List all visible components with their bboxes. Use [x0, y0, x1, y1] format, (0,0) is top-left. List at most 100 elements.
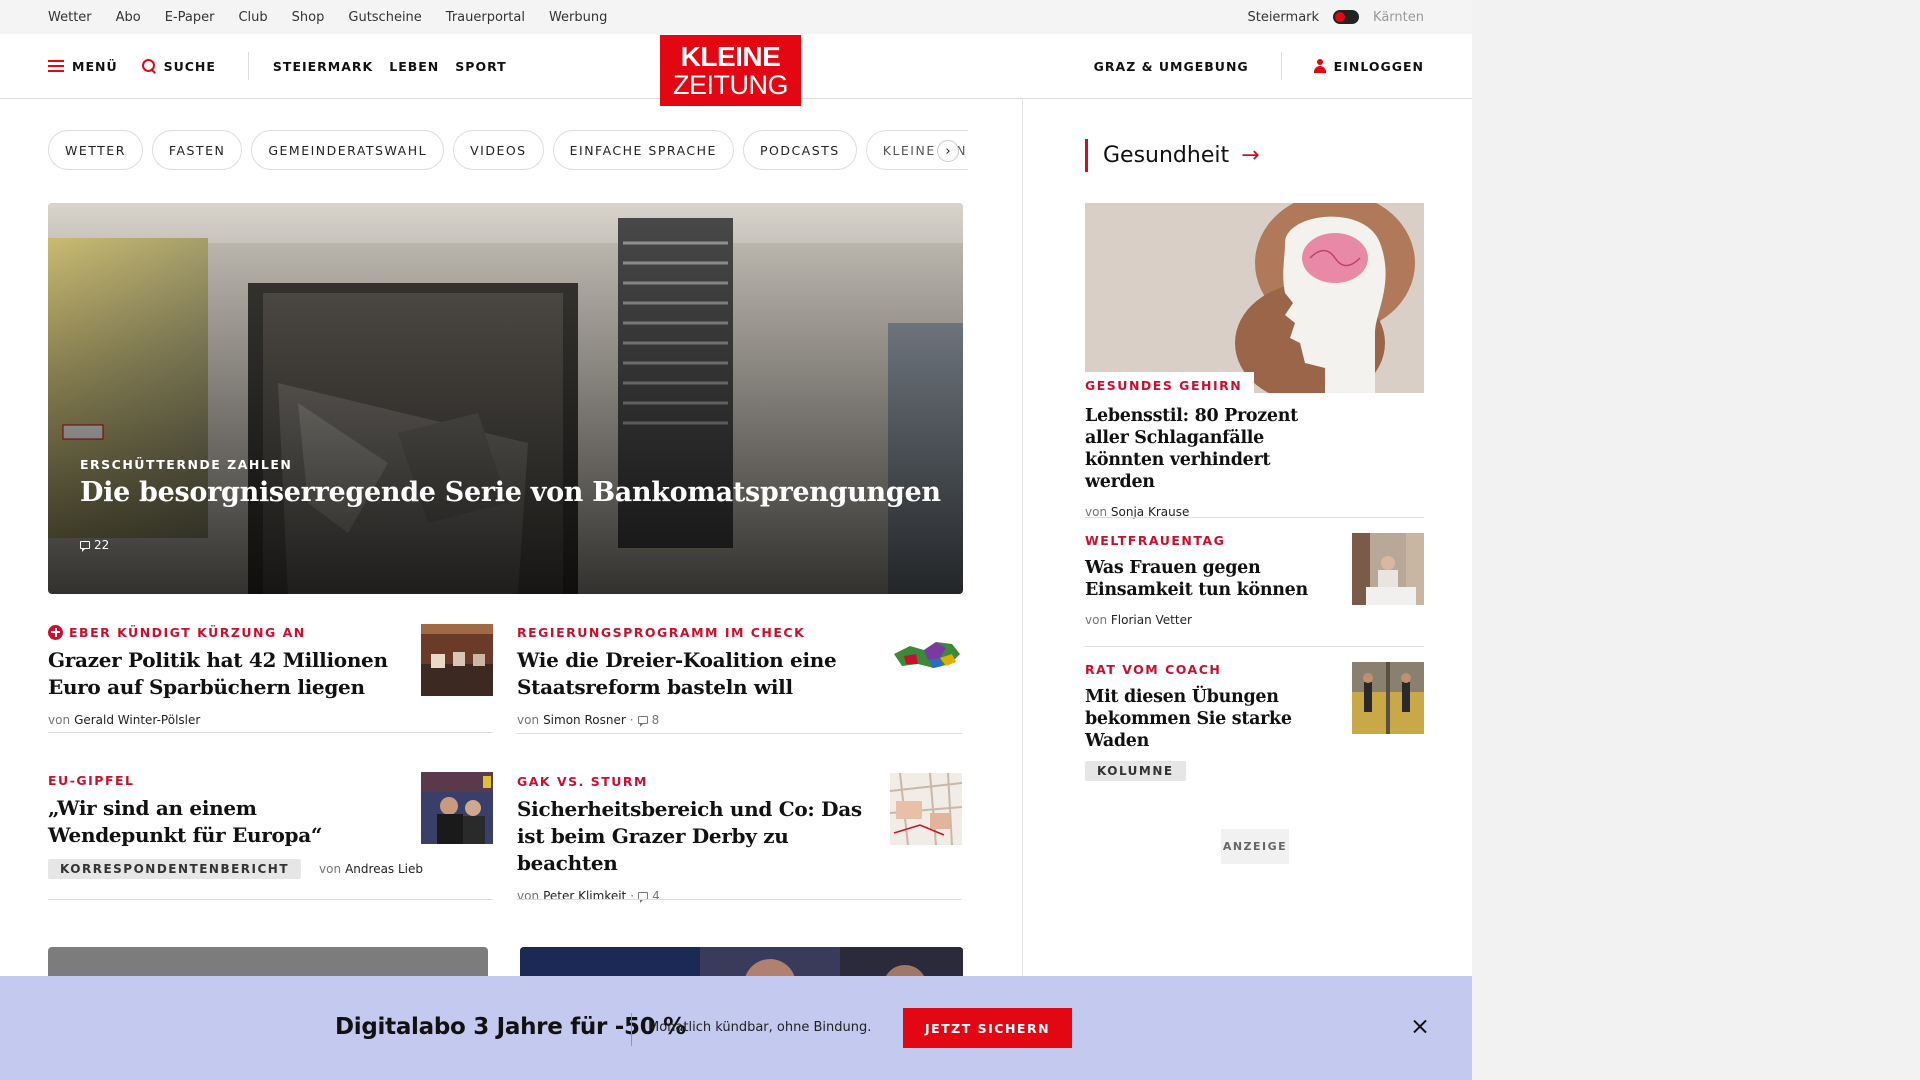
- main-header: MENÜ SUCHE STEIERMARK LEBEN SPORT KLEINE…: [0, 34, 1472, 106]
- utility-link-werbung[interactable]: Werbung: [549, 10, 607, 25]
- hero-kicker: ERSCHÜTTERNDE ZAHLEN: [80, 457, 293, 472]
- byline-prefix: von: [1085, 613, 1108, 627]
- topic-chips: WETTER FASTEN GEMEINDERATSWAHL VIDEOS EI…: [48, 130, 968, 172]
- sidebar-article-1[interactable]: WELTFRAUENTAG Was Frauen gegen Einsamkei…: [1085, 533, 1424, 627]
- search-label: SUCHE: [163, 58, 216, 74]
- plus-icon: [48, 624, 63, 640]
- byline-prefix: von: [319, 862, 342, 876]
- article-thumbnail: [1352, 533, 1424, 605]
- article-meta: von Florian Vetter: [1085, 613, 1424, 627]
- promo-divider: [631, 1013, 632, 1046]
- article-divider: [517, 899, 962, 900]
- menu-button[interactable]: MENÜ: [48, 59, 118, 74]
- utility-link-epaper[interactable]: E-Paper: [165, 10, 215, 25]
- article-meta: von Simon Rosner · 8: [517, 713, 660, 727]
- article-teaser-2[interactable]: REGIERUNGSPROGRAMM IM CHECK Wie die Drei…: [517, 624, 962, 734]
- utility-link-gutscheine[interactable]: Gutscheine: [348, 10, 421, 25]
- ad-label: ANZEIGE: [1221, 829, 1289, 864]
- chip-podcasts[interactable]: PODCASTS: [742, 130, 857, 170]
- search-button[interactable]: SUCHE: [141, 58, 216, 74]
- promo-cta-button[interactable]: JETZT SICHERN: [903, 1008, 1072, 1048]
- article-teaser-1[interactable]: EBER KÜNDIGT KÜRZUNG AN Grazer Politik h…: [48, 624, 493, 733]
- subscription-banner: Digitalabo 3 Jahre für -50 % Monatlich k…: [0, 976, 1472, 1080]
- logo-line-1: KLEINE: [680, 40, 781, 72]
- hero-teaser[interactable]: ERSCHÜTTERNDE ZAHLEN Die besorgniserrege…: [48, 203, 963, 594]
- article-thumbnail: [421, 772, 493, 844]
- arrow-right-icon: →: [1241, 143, 1260, 168]
- article-title: Sicherheitsbereich und Co: Das ist beim …: [517, 797, 862, 875]
- comment-icon: [80, 541, 90, 552]
- article-author: Andreas Lieb: [345, 862, 424, 876]
- article-author: Simon Rosner: [543, 713, 626, 727]
- byline-prefix: von: [517, 713, 540, 727]
- article-teaser-4[interactable]: GAK VS. STURM Sicherheitsbereich und Co:…: [517, 773, 962, 903]
- hamburger-icon: [48, 60, 64, 72]
- article-author: Peter Klimkeit: [543, 889, 627, 903]
- article-divider: [517, 733, 962, 734]
- chip-videos[interactable]: VIDEOS: [453, 130, 544, 170]
- region-link[interactable]: GRAZ & UMGEBUNG: [1094, 59, 1249, 74]
- article-comment-count[interactable]: 8: [652, 713, 660, 727]
- article-title: Wie die Dreier-Koalition eine Staatsrefo…: [517, 648, 837, 699]
- sidebar-divider: [1085, 517, 1424, 518]
- close-icon[interactable]: [1410, 1016, 1430, 1036]
- utility-link-trauerportal[interactable]: Trauerportal: [446, 10, 525, 25]
- article-thumbnail: [1352, 662, 1424, 734]
- article-author: Florian Vetter: [1110, 613, 1192, 627]
- article-author: Gerald Winter-Pölsler: [74, 713, 201, 727]
- sidebar-lead-article[interactable]: Lebensstil: 80 Prozent aller Schlaganfäl…: [1085, 405, 1424, 519]
- article-kicker-text: EBER KÜNDIGT KÜRZUNG AN: [69, 624, 306, 640]
- article-comment-count[interactable]: 4: [652, 889, 660, 903]
- article-title: „Wir sind an einem Wendepunkt für Europa…: [48, 796, 323, 847]
- chip-fasten[interactable]: FASTEN: [151, 130, 243, 170]
- sidebar-divider: [1085, 646, 1424, 647]
- article-divider: [48, 732, 493, 733]
- region-toggle[interactable]: [1333, 10, 1360, 24]
- region-steiermark[interactable]: Steiermark: [1247, 10, 1319, 25]
- nav-sport[interactable]: SPORT: [455, 59, 506, 74]
- section-header-gesundheit[interactable]: Gesundheit →: [1085, 139, 1260, 172]
- section-title: Gesundheit: [1103, 143, 1230, 168]
- article-meta: KORRESPONDENTENBERICHT von Andreas Lieb: [48, 859, 493, 879]
- menu-label: MENÜ: [72, 58, 118, 74]
- hero-image: [48, 203, 963, 594]
- article-teaser-3[interactable]: EU-GIPFEL „Wir sind an einem Wendepunkt …: [48, 772, 493, 900]
- hero-comment-count: 22: [94, 538, 110, 552]
- article-thumbnail: [890, 624, 962, 696]
- nav-leben[interactable]: LEBEN: [389, 59, 439, 74]
- byline-prefix: von: [48, 713, 71, 727]
- sidebar-article-2[interactable]: RAT VOM COACH Mit diesen Übungen bekomme…: [1085, 662, 1424, 781]
- chip-wetter[interactable]: WETTER: [48, 130, 143, 170]
- article-thumbnail: [421, 624, 493, 696]
- chip-einfache-sprache[interactable]: EINFACHE SPRACHE: [552, 130, 734, 170]
- utility-link-wetter[interactable]: Wetter: [48, 10, 92, 25]
- article-divider: [48, 899, 493, 900]
- promo-headline: Digitalabo 3 Jahre für -50 %: [335, 1014, 686, 1040]
- site-logo[interactable]: KLEINE ZEITUNG: [660, 35, 801, 106]
- utility-link-club[interactable]: Club: [238, 10, 267, 25]
- article-tag: KORRESPONDENTENBERICHT: [48, 859, 302, 879]
- article-title: Mit diesen Übungen bekommen Sie starke W…: [1085, 687, 1292, 751]
- chips-next-button[interactable]: ›: [937, 140, 959, 162]
- article-title: Lebensstil: 80 Prozent aller Schlaganfäl…: [1085, 406, 1298, 492]
- sidebar-lead-image[interactable]: [1085, 203, 1424, 393]
- login-label: EINLOGGEN: [1333, 58, 1424, 74]
- article-meta: von Gerald Winter-Pölsler: [48, 713, 493, 727]
- search-icon: [141, 59, 156, 73]
- header-divider: [247, 52, 249, 80]
- utility-link-shop[interactable]: Shop: [292, 10, 325, 25]
- nav-steiermark[interactable]: STEIERMARK: [273, 59, 373, 74]
- login-button[interactable]: EINLOGGEN: [1313, 58, 1424, 74]
- region-kaernten[interactable]: Kärnten: [1373, 10, 1424, 25]
- utility-links: Wetter Abo E-Paper Club Shop Gutscheine …: [48, 0, 607, 34]
- article-meta: von Peter Klimkeit · 4: [517, 889, 660, 903]
- article-title: Grazer Politik hat 42 Millionen Euro auf…: [48, 648, 388, 699]
- chip-gemeinderatswahl[interactable]: GEMEINDERATSWAHL: [251, 130, 445, 170]
- promo-subtext: Monatlich kündbar, ohne Bindung.: [648, 1020, 872, 1035]
- hero-comments[interactable]: 22: [80, 538, 109, 552]
- header-divider-right: [1280, 52, 1282, 80]
- sidebar-lead-kicker: GESUNDES GEHIRN: [1085, 372, 1255, 393]
- article-thumbnail: [890, 773, 962, 845]
- utility-link-abo[interactable]: Abo: [116, 10, 141, 25]
- user-icon: [1313, 59, 1326, 73]
